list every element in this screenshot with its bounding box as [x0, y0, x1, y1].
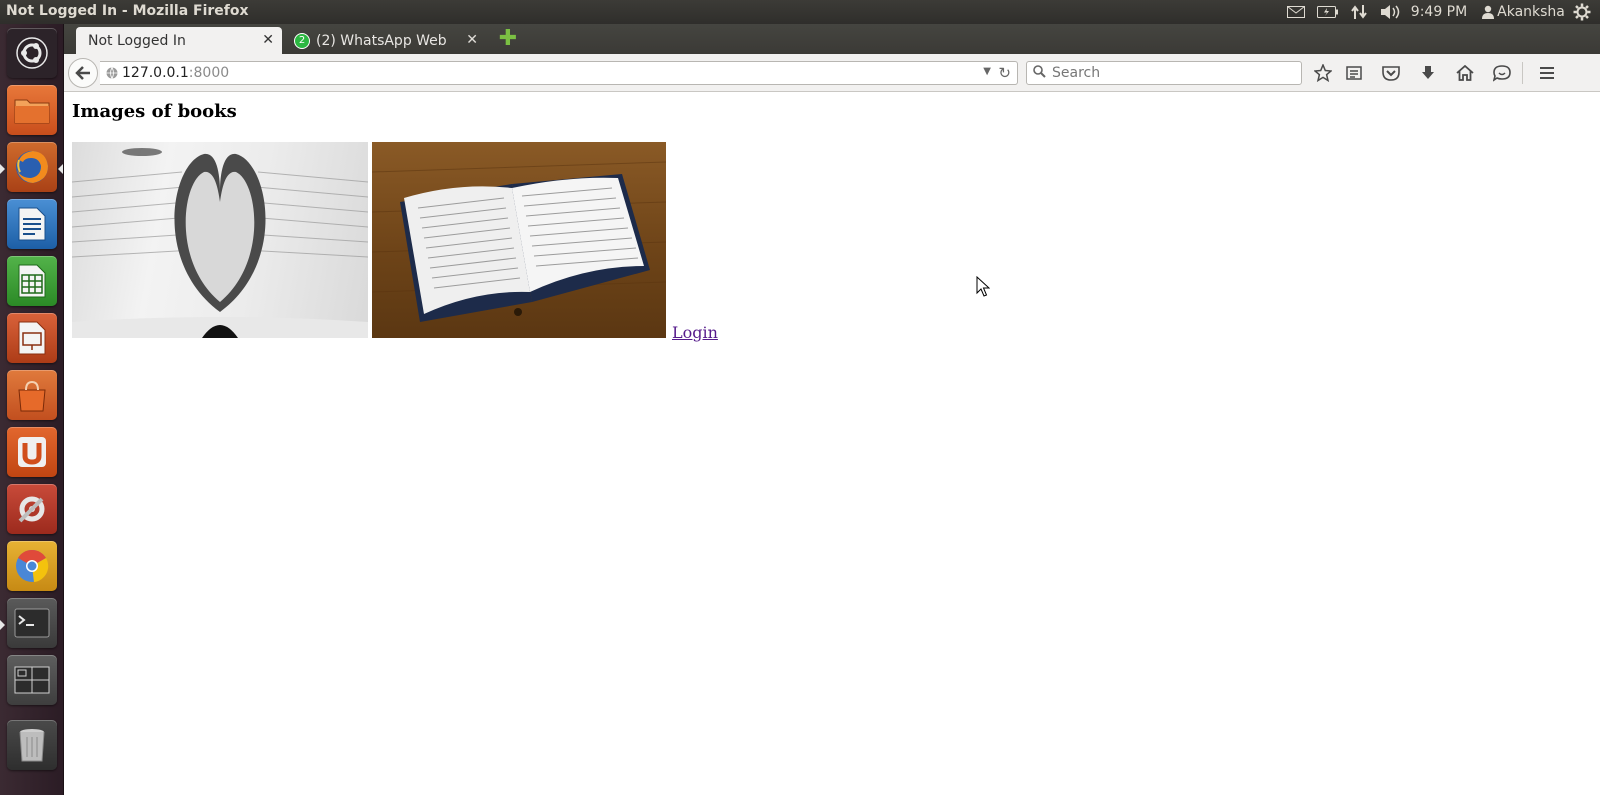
firefox-launcher-button[interactable]	[7, 142, 57, 192]
spreadsheet-icon	[18, 264, 46, 298]
trash-icon	[19, 729, 45, 762]
firefox-focused-indicator	[58, 164, 63, 174]
presentation-icon	[18, 321, 46, 355]
url-dropdown-icon[interactable]: ▼	[983, 66, 991, 77]
new-tab-button[interactable]: ✚	[498, 28, 518, 50]
ubuntu-dash-button[interactable]	[7, 28, 57, 78]
calc-launcher-button[interactable]	[7, 256, 57, 306]
url-host: 127.0.0.1	[122, 65, 189, 81]
settings-wrench-icon	[18, 496, 45, 523]
writer-launcher-button[interactable]	[7, 199, 57, 249]
login-link[interactable]: Login	[672, 323, 718, 342]
reading-list-icon[interactable]	[1343, 63, 1365, 83]
search-input[interactable]	[1052, 65, 1282, 81]
reload-icon[interactable]: ↻	[998, 64, 1011, 82]
system-indicators: 9:49 PM Akanksha	[1280, 0, 1600, 24]
download-icon[interactable]	[1417, 63, 1439, 83]
firefox-running-indicator	[0, 164, 5, 174]
tab-whatsapp-web[interactable]: 2 (2) WhatsApp Web ✕	[286, 27, 486, 54]
unity-launcher	[0, 24, 64, 795]
page-content: Images of books Login	[64, 93, 1600, 795]
system-settings-launcher-button[interactable]	[7, 484, 57, 534]
menu-hamburger-icon[interactable]	[1536, 63, 1558, 83]
user-name[interactable]: Akanksha	[1497, 0, 1565, 24]
clock[interactable]: 9:49 PM	[1408, 0, 1470, 24]
document-icon	[18, 207, 46, 241]
system-top-panel: Not Logged In - Mozilla Firefox 9:49 PM …	[0, 0, 1600, 24]
pocket-icon[interactable]	[1380, 63, 1402, 83]
terminal-icon	[14, 608, 50, 638]
trash-launcher-button[interactable]	[7, 720, 57, 770]
toolbar-divider	[1522, 62, 1523, 84]
gear-icon[interactable]	[1564, 0, 1600, 24]
workspace-icon	[14, 666, 50, 694]
chromium-launcher-button[interactable]	[7, 541, 57, 591]
bookmark-star-icon[interactable]	[1312, 63, 1334, 83]
tab-close-icon[interactable]: ✕	[262, 32, 274, 48]
mouse-cursor-icon	[976, 275, 991, 302]
window-title: Not Logged In - Mozilla Firefox	[6, 3, 249, 19]
tab-label: Not Logged In	[88, 32, 186, 49]
firefox-icon	[16, 151, 48, 183]
ubuntu-logo-icon	[16, 37, 48, 69]
ubuntu-one-launcher-button[interactable]	[7, 427, 57, 477]
search-icon	[1033, 64, 1046, 82]
shopping-bag-icon	[18, 380, 46, 412]
ubuntu-one-icon	[18, 437, 46, 467]
user-icon	[1478, 0, 1498, 24]
tab-close-icon[interactable]: ✕	[466, 32, 478, 48]
folder-icon	[14, 99, 50, 124]
files-launcher-button[interactable]	[7, 85, 57, 135]
home-icon[interactable]	[1454, 63, 1476, 83]
browser-tab-bar: Not Logged In ✕ 2 (2) WhatsApp Web ✕ ✚	[64, 24, 1600, 54]
back-arrow-icon	[75, 66, 90, 80]
url-port: :8000	[188, 65, 230, 81]
url-bar[interactable]: 127.0.0.1:8000 ▼ ↻	[100, 61, 1018, 85]
hello-chat-icon[interactable]	[1491, 63, 1513, 83]
open-book-image	[372, 142, 666, 338]
page-heading: Images of books	[72, 101, 237, 122]
network-icon[interactable]	[1344, 0, 1374, 24]
volume-icon[interactable]	[1374, 0, 1408, 24]
heart-book-image	[72, 142, 368, 338]
mail-icon[interactable]	[1280, 0, 1312, 24]
terminal-running-indicator	[0, 620, 5, 630]
search-bar[interactable]	[1026, 61, 1302, 85]
browser-nav-bar: 127.0.0.1:8000 ▼ ↻	[64, 54, 1600, 92]
terminal-launcher-button[interactable]	[7, 598, 57, 648]
impress-launcher-button[interactable]	[7, 313, 57, 363]
tab-not-logged-in[interactable]: Not Logged In ✕	[76, 27, 282, 54]
whatsapp-badge-icon: 2	[294, 32, 310, 49]
back-button[interactable]	[68, 58, 98, 88]
battery-icon[interactable]	[1312, 0, 1344, 24]
chromium-icon	[16, 549, 49, 582]
globe-icon	[106, 67, 118, 83]
software-center-launcher-button[interactable]	[7, 370, 57, 420]
tab-label: (2) WhatsApp Web	[316, 32, 447, 49]
workspace-switcher-button[interactable]	[7, 655, 57, 705]
